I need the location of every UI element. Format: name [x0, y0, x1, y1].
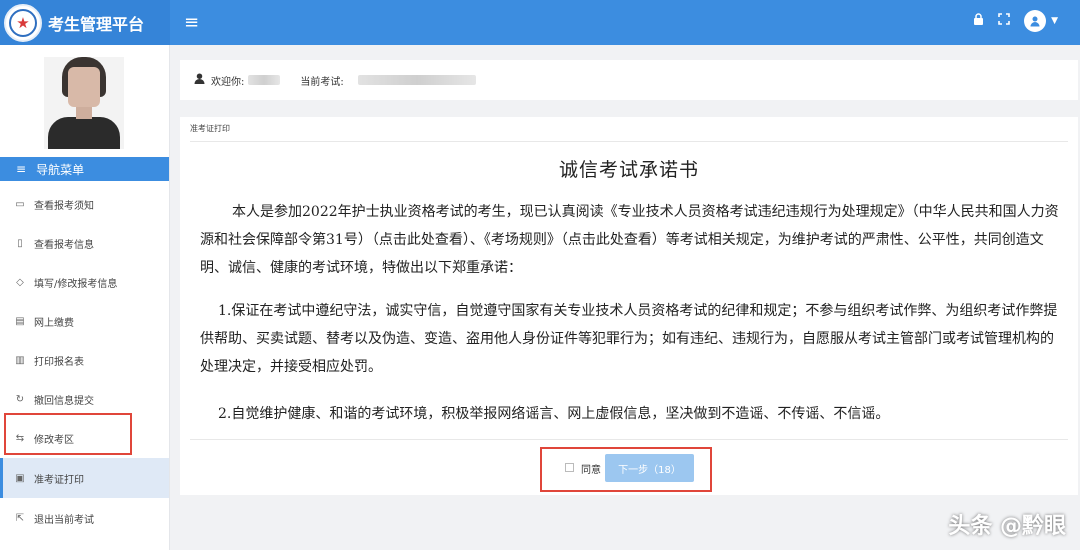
chevron-down-icon[interactable]: ▼	[1051, 16, 1058, 26]
sidebar-item-exit-exam[interactable]: ⇱ 退出当前考试	[0, 498, 169, 538]
receipt-icon: ▤	[15, 315, 25, 327]
user-icon	[194, 73, 205, 87]
watermark: 头条 @黔眼	[948, 514, 1066, 539]
sidebar: ≡ 导航菜单 ▭ 查看报考须知 ▯ 查看报考信息 ◇ 填写/修改报考信息 ▤ 网…	[0, 45, 170, 550]
id-card-icon: ▣	[15, 472, 25, 484]
exit-icon: ⇱	[15, 512, 25, 524]
user-avatar-icon[interactable]	[1024, 10, 1047, 32]
brand[interactable]: ★ 考生管理平台	[0, 0, 170, 45]
undo-icon: ↻	[15, 393, 25, 405]
candidate-photo	[44, 57, 124, 149]
sidebar-item-print-form[interactable]: ▥ 打印报名表	[0, 340, 169, 380]
agree-checkbox[interactable]	[565, 463, 574, 472]
pledge-paragraph-2: 1.保证在考试中遵纪守法，诚实守信，自觉遵守国家有关专业技术人员资格考试的纪律和…	[200, 303, 1058, 375]
welcome-bar: 欢迎你: 当前考试:	[180, 60, 1078, 100]
sidebar-item-label: 退出当前考试	[34, 514, 94, 526]
swap-icon: ⇆	[15, 432, 25, 444]
username-redacted	[248, 75, 281, 85]
list-icon: ≡	[16, 162, 27, 176]
nav-menu-title: 导航菜单	[36, 162, 85, 177]
tab-admission-ticket[interactable]: 准考证打印	[190, 123, 230, 134]
sidebar-item-label: 查看报考信息	[34, 239, 94, 251]
sidebar-item-label: 撤回信息提交	[34, 395, 94, 407]
sidebar-item-label: 网上缴费	[34, 317, 74, 329]
platform-logo: ★	[4, 3, 42, 42]
fullscreen-icon[interactable]	[998, 13, 1010, 29]
pledge-title: 诚信考试承诺书	[558, 159, 699, 181]
exam-name-redacted	[357, 75, 476, 85]
next-step-button[interactable]: 下一步（18）	[605, 454, 694, 482]
pledge-card: 准考证打印 诚信考试承诺书 本人是参加2022年护士执业资格考试的考生，现已认真…	[180, 117, 1078, 495]
sidebar-item-edit-info[interactable]: ◇ 填写/修改报考信息	[0, 262, 169, 302]
sidebar-item-label: 查看报考须知	[34, 200, 94, 212]
sidebar-item-label: 准考证打印	[34, 474, 84, 486]
agree-label[interactable]: 同意	[581, 461, 601, 476]
current-exam-label: 当前考试:	[300, 76, 344, 88]
lock-icon[interactable]	[973, 13, 984, 29]
pledge-paragraph-3: 2.自觉维护健康、和谐的考试环境，积极举报网络谣言、网上虚假信息，坚决做到不造谣…	[218, 406, 890, 422]
sidebar-item-online-payment[interactable]: ▤ 网上缴费	[0, 301, 169, 341]
sidebar-item-label: 修改考区	[34, 434, 74, 446]
active-indicator	[0, 458, 3, 498]
sidebar-item-admission-ticket[interactable]: ▣ 准考证打印	[0, 458, 169, 498]
sidebar-item-label: 填写/修改报考信息	[34, 278, 118, 290]
platform-title: 考生管理平台	[48, 14, 145, 34]
sidebar-item-view-notice[interactable]: ▭ 查看报考须知	[0, 184, 169, 224]
sidebar-item-withdraw[interactable]: ↻ 撤回信息提交	[0, 379, 169, 419]
top-bar: ★ 考生管理平台 ≡ ▼	[0, 0, 1080, 45]
print-form-icon: ▥	[15, 354, 25, 366]
star-emblem-icon: ★	[9, 8, 37, 37]
top-right-icons: ▼	[973, 10, 1058, 32]
nav-menu-header: ≡ 导航菜单	[0, 157, 169, 181]
hamburger-icon[interactable]: ≡	[184, 12, 199, 33]
sidebar-item-label: 打印报名表	[34, 356, 84, 368]
sidebar-item-change-area[interactable]: ⇆ 修改考区	[0, 418, 169, 458]
divider	[190, 141, 1068, 142]
message-icon: ▭	[15, 198, 25, 210]
divider	[190, 439, 1068, 440]
sidebar-item-view-info[interactable]: ▯ 查看报考信息	[0, 223, 169, 263]
welcome-label: 欢迎你:	[211, 76, 245, 88]
pledge-paragraph-1: 本人是参加2022年护士执业资格考试的考生，现已认真阅读《专业技术人员资格考试违…	[200, 204, 1059, 276]
shield-icon: ◇	[16, 276, 24, 288]
document-icon: ▯	[17, 237, 23, 249]
